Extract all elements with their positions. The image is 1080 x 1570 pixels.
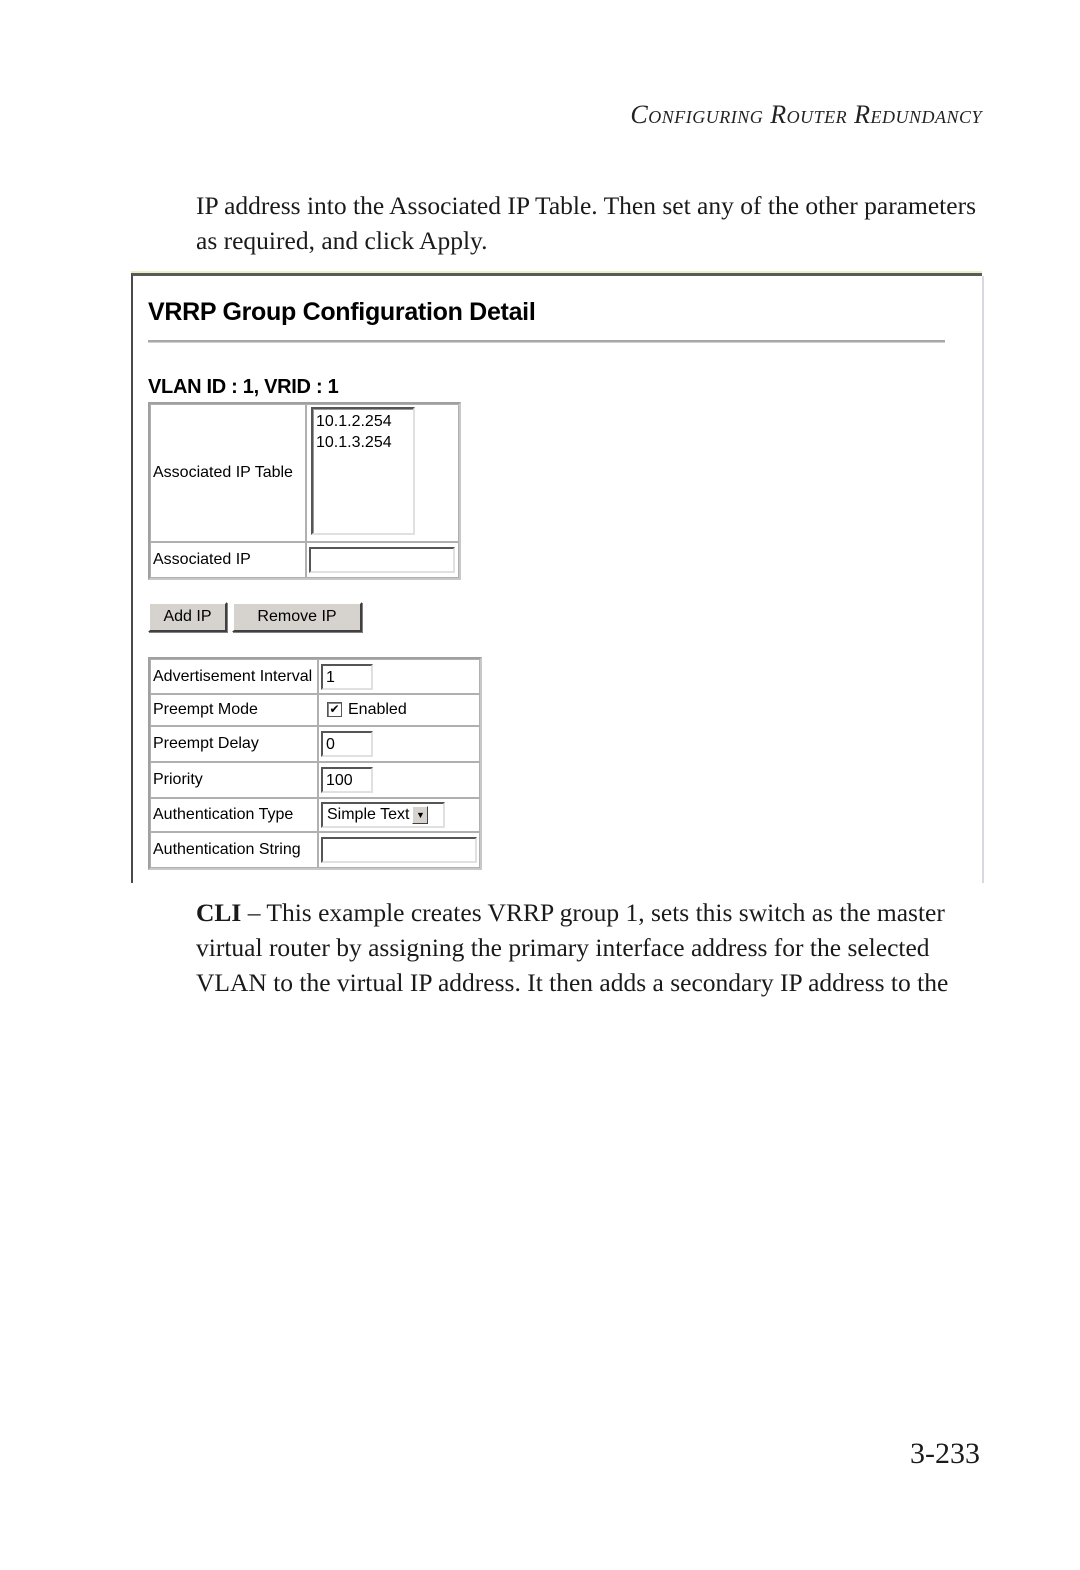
preempt-mode-label: Preempt Mode [150,694,318,726]
page-number: 3-233 [910,1437,980,1470]
add-ip-button[interactable]: Add IP [148,602,227,632]
cli-paragraph: CLI – This example creates VRRP group 1,… [196,895,986,1000]
table-row: Authentication String [150,832,480,868]
preempt-delay-input[interactable]: 0 [321,731,373,757]
authentication-string-input[interactable] [321,837,477,863]
advertisement-interval-label: Advertisement Interval [150,659,318,694]
advertisement-interval-input[interactable]: 1 [321,663,373,690]
table-row: Preempt Delay 0 [150,726,480,762]
authentication-type-label: Authentication Type [150,798,318,832]
page-title: VRRP Group Configuration Detail [148,298,536,326]
cli-text: – This example creates VRRP group 1, set… [196,898,949,997]
vrrp-parameters-table: Advertisement Interval 1 Preempt Mode ✔ E… [148,657,482,870]
associated-ip-table: Associated IP Table 10.1.2.254 10.1.3.25… [148,402,461,580]
vlan-vrid-heading: VLAN ID : 1, VRID : 1 [148,376,339,398]
authentication-type-selected: Simple Text [327,806,410,823]
chevron-down-icon[interactable]: ▼ [412,806,429,824]
preempt-mode-checkbox-label: Enabled [348,701,407,718]
associated-ip-label: Associated IP [150,542,306,578]
priority-input[interactable]: 100 [321,767,373,793]
list-item[interactable]: 10.1.2.254 [316,411,410,432]
authentication-string-label: Authentication String [150,832,318,868]
checkmark-icon: ✔ [329,702,340,717]
associated-ip-table-label: Associated IP Table [150,404,306,542]
intro-paragraph: IP address into the Associated IP Table.… [196,191,977,255]
associated-ip-listbox[interactable]: 10.1.2.254 10.1.3.254 [311,407,415,535]
priority-label: Priority [150,762,318,798]
remove-ip-button[interactable]: Remove IP [232,602,362,632]
table-row: Priority 100 [150,762,480,798]
table-row: Associated IP [150,542,459,578]
list-item[interactable]: 10.1.3.254 [316,432,410,453]
table-row: Advertisement Interval 1 [150,659,480,694]
vrrp-config-screenshot: VRRP Group Configuration Detail VLAN ID … [131,273,984,883]
table-row: Associated IP Table 10.1.2.254 10.1.3.25… [150,404,459,542]
preempt-mode-checkbox[interactable]: ✔ [327,702,342,718]
table-row: Preempt Mode ✔ Enabled [150,694,480,726]
authentication-type-select[interactable]: Simple Text ▼ [321,802,445,828]
preempt-delay-label: Preempt Delay [150,726,318,762]
title-divider [148,340,945,343]
associated-ip-input[interactable] [309,547,455,573]
running-head: Configuring Router Redundancy [630,100,982,129]
table-row: Authentication Type Simple Text ▼ [150,798,480,832]
cli-lead: CLI [196,898,242,927]
